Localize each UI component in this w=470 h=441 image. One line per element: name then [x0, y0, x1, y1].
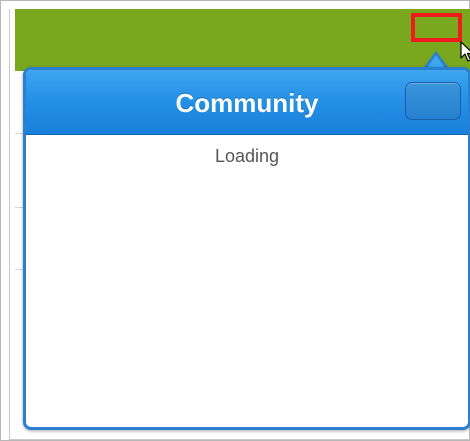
community-popover: Community Loading — [23, 67, 470, 430]
popover-title: Community — [175, 88, 319, 118]
popover-header: Community — [26, 70, 468, 135]
community-toggle-button[interactable] — [411, 13, 462, 42]
page-frame: Community Loading — [0, 0, 470, 441]
popover-header-button[interactable] — [405, 82, 461, 120]
loading-status: Loading — [214, 146, 280, 166]
mouse-pointer-icon — [460, 41, 470, 62]
top-navigation-bar — [15, 9, 470, 71]
